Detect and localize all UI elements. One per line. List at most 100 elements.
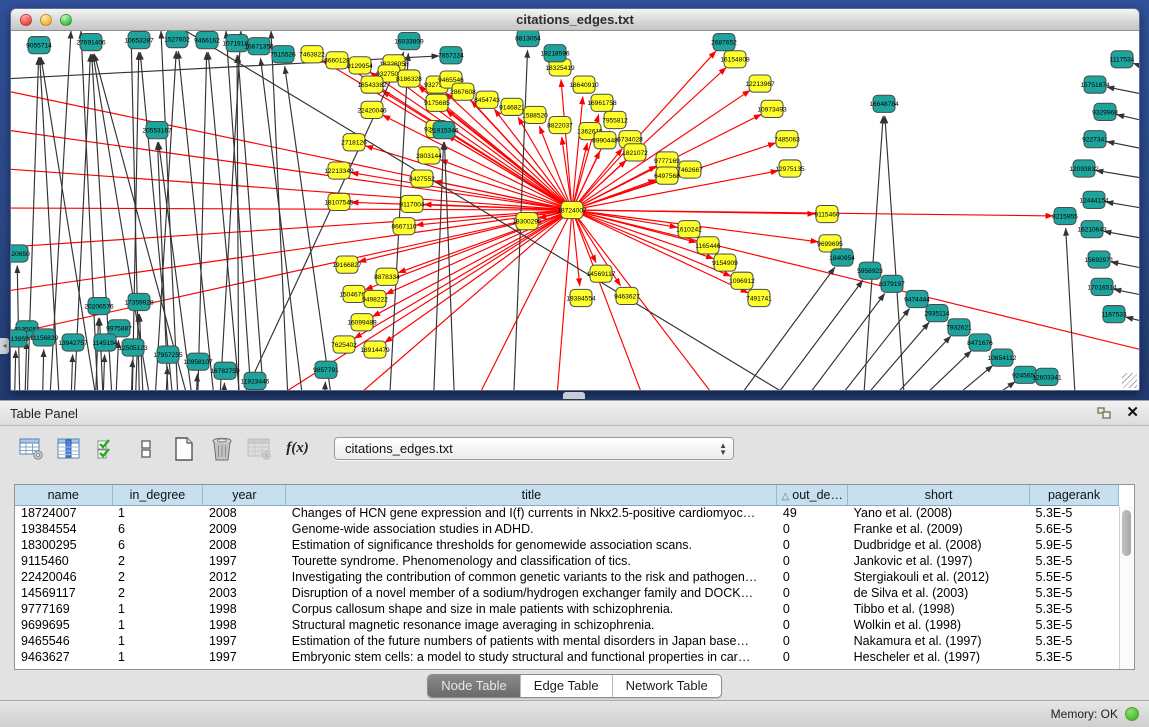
graph-node[interactable]: 18640910 [569, 76, 599, 93]
unselect-columns-icon[interactable] [132, 435, 159, 462]
tab-edge-table[interactable]: Edge Table [520, 675, 612, 697]
graph-node[interactable]: 16782759 [210, 362, 240, 379]
table-cell[interactable]: 2009 [203, 521, 286, 537]
graph-node[interactable]: 8813054 [515, 31, 541, 47]
graph-edge[interactable] [11, 208, 572, 210]
table-cell[interactable]: Tourette syndrome. Phenomenology and cla… [286, 553, 777, 569]
graph-edge[interactable] [69, 355, 73, 390]
graph-node[interactable]: 9463627 [614, 287, 640, 304]
table-cell[interactable]: 5.3E-5 [1030, 505, 1119, 521]
column-header-year[interactable]: year [203, 485, 286, 505]
new-column-icon[interactable] [170, 435, 197, 462]
table-cell[interactable]: 2008 [203, 537, 286, 553]
table-cell[interactable]: Structural magnetic resonance image aver… [286, 617, 777, 633]
graph-node[interactable]: 8427552 [409, 170, 435, 187]
graph-edge[interactable] [41, 350, 44, 390]
graph-node[interactable]: 7625402 [331, 336, 357, 353]
network-canvas[interactable]: 1872400774638228660128912995418226058932… [11, 31, 1139, 390]
graph-node[interactable]: 7485063 [774, 131, 800, 148]
graph-node[interactable]: 2935114 [924, 305, 949, 322]
float-window-icon[interactable] [1097, 407, 1112, 420]
table-cell[interactable]: 1 [112, 601, 203, 617]
minimize-window-icon[interactable] [40, 14, 52, 26]
graph-node[interactable]: 2803144 [416, 147, 442, 164]
graph-edge[interactable] [1133, 63, 1139, 76]
column-header-outde[interactable]: △out_de… [777, 485, 848, 505]
graph-node[interactable]: 9498222 [362, 290, 388, 307]
graph-node[interactable]: 7515526 [270, 46, 296, 63]
graph-node[interactable]: 10973493 [757, 100, 787, 117]
graph-node[interactable]: 10958107 [183, 353, 213, 370]
graph-node[interactable]: 19384554 [566, 289, 596, 306]
table-cell[interactable]: 1997 [203, 553, 286, 569]
graph-node[interactable]: 10653287 [124, 32, 154, 49]
graph-node[interactable]: 5958923 [857, 262, 883, 279]
graph-node[interactable]: 12213967 [745, 75, 775, 92]
graph-node[interactable]: 20206576 [84, 297, 114, 314]
graph-edge[interactable] [572, 210, 677, 227]
table-cell[interactable]: 5.6E-5 [1030, 521, 1119, 537]
table-row[interactable]: 946362711997Embryonic stem cells: a mode… [15, 649, 1119, 665]
graph-node[interactable]: 8454743 [474, 91, 500, 108]
graph-node[interactable]: 19218596 [540, 45, 570, 62]
graph-node[interactable]: 9474444 [904, 290, 930, 307]
graph-node[interactable]: 9466162 [194, 32, 220, 49]
table-cell[interactable]: 18300295 [15, 537, 112, 553]
table-cell[interactable]: 1 [112, 649, 203, 665]
table-cell[interactable]: 5.5E-5 [1030, 569, 1119, 585]
graph-node[interactable]: 9129954 [347, 57, 373, 74]
graph-node[interactable]: 9115460 [814, 205, 839, 222]
table-cell[interactable]: Estimation of the future numbers of pati… [286, 633, 777, 649]
graph-edge[interactable] [1096, 170, 1139, 182]
table-cell[interactable]: Investigating the contribution of common… [286, 569, 777, 585]
graph-node[interactable]: 16154808 [720, 51, 750, 68]
graph-node[interactable]: 18107545 [324, 193, 354, 210]
graph-edge[interactable] [447, 135, 572, 210]
graph-edge[interactable] [208, 52, 246, 390]
table-cell[interactable]: 9777169 [15, 601, 112, 617]
graph-node[interactable]: 9857791 [313, 361, 339, 378]
graph-edge[interactable] [13, 351, 16, 390]
table-cell[interactable]: 1998 [203, 617, 286, 633]
table-cell[interactable]: 9465546 [15, 633, 112, 649]
graph-node[interactable]: 9329968 [1092, 103, 1118, 120]
graph-edge[interactable] [1104, 231, 1139, 243]
table-cell[interactable]: 1 [112, 633, 203, 649]
column-header-indegree[interactable]: in_degree [112, 485, 203, 505]
column-header-pagerank[interactable]: pagerank [1030, 485, 1119, 505]
table-cell[interactable]: 2012 [203, 569, 286, 585]
graph-node[interactable]: 1165446 [695, 237, 720, 254]
table-cell[interactable]: 5.3E-5 [1030, 601, 1119, 617]
graph-edge[interactable] [238, 55, 269, 390]
graph-node[interactable]: 9055714 [26, 37, 52, 54]
table-cell[interactable]: Disruption of a novel member of a sodium… [286, 585, 777, 601]
table-cell[interactable]: Nakamura et al. (1997) [848, 633, 1030, 649]
graph-node[interactable]: 18914479 [360, 341, 390, 358]
graph-node[interactable]: 16648784 [869, 95, 899, 112]
graph-edge[interactable] [271, 31, 291, 390]
graph-node[interactable]: 1913959 [11, 330, 29, 347]
table-row[interactable]: 911546021997Tourette syndrome. Phenomeno… [15, 553, 1119, 569]
window-titlebar[interactable]: citations_edges.txt [11, 9, 1139, 31]
table-cell[interactable]: 0 [777, 521, 848, 537]
graph-node[interactable]: 12093832 [1069, 160, 1099, 177]
table-cell[interactable]: 1 [112, 617, 203, 633]
table-cell[interactable]: Hescheler et al. (1997) [848, 649, 1030, 665]
graph-edge[interactable] [129, 360, 133, 390]
graph-edge[interactable] [572, 210, 771, 390]
table-cell[interactable]: 9115460 [15, 553, 112, 569]
graph-node[interactable]: 8990448 [592, 132, 618, 149]
graph-node[interactable]: 17359928 [124, 293, 154, 310]
graph-edge[interactable] [11, 168, 572, 210]
graph-node[interactable]: 8186328 [396, 70, 422, 87]
graph-edge[interactable] [1107, 142, 1139, 155]
graph-node[interactable]: 18724007 [557, 201, 587, 218]
table-cell[interactable]: Changes of HCN gene expression and I(f) … [286, 505, 777, 521]
graph-edge[interactable] [351, 173, 572, 210]
graph-node[interactable]: 12603341 [1032, 368, 1062, 385]
graph-edge[interactable] [859, 116, 883, 390]
table-row[interactable]: 1872400712008Changes of HCN gene express… [15, 505, 1119, 521]
table-cell[interactable]: 5.3E-5 [1030, 553, 1119, 569]
window-resize-grip[interactable] [1122, 373, 1137, 388]
graph-node[interactable]: 7462667 [677, 161, 703, 178]
